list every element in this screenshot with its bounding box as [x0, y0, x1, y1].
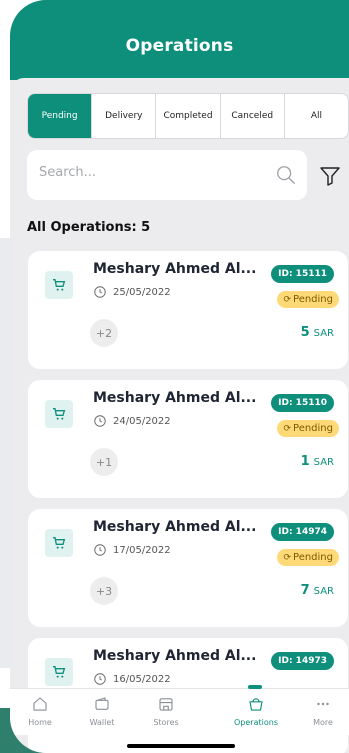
clock-icon	[94, 673, 106, 685]
nav-home[interactable]: Home	[10, 695, 70, 727]
refresh-icon: ⟳	[283, 552, 292, 563]
cart-icon-box	[45, 400, 73, 428]
operation-card[interactable]: Meshary Ahmed Al... 25/05/2022 +2 ID: 15…	[28, 251, 348, 369]
search-icon[interactable]	[275, 164, 297, 186]
home-indicator	[127, 744, 235, 748]
status-label: Pending	[293, 423, 333, 434]
customer-name: Meshary Ahmed Al...	[93, 519, 257, 535]
page-title: Operations	[125, 36, 234, 56]
store-icon	[159, 698, 173, 711]
wallet-icon	[95, 697, 109, 710]
nav-wallet[interactable]: Wallet	[72, 695, 132, 727]
date-row: 24/05/2022	[93, 414, 171, 428]
cart-icon	[53, 408, 66, 420]
amount-value: 7	[300, 583, 310, 598]
clock-icon	[94, 415, 106, 427]
status-badge: ⟳ Pending	[277, 420, 339, 437]
operations-count: All Operations: 5	[27, 220, 151, 235]
order-id-badge: ID: 15111	[271, 265, 334, 283]
order-id-badge: ID: 14973	[271, 652, 334, 670]
tab-canceled[interactable]: Canceled	[221, 94, 285, 138]
status-label: Pending	[293, 552, 333, 563]
cart-icon	[53, 666, 66, 678]
refresh-icon: ⟳	[283, 423, 292, 434]
date-row: 25/05/2022	[93, 285, 171, 299]
cart-icon-box	[45, 271, 73, 299]
clock-icon	[94, 544, 106, 556]
cart-icon-box	[45, 658, 73, 686]
filter-icon[interactable]	[318, 164, 342, 188]
cart-icon	[53, 279, 66, 291]
tab-completed[interactable]: Completed	[156, 94, 221, 138]
customer-name: Meshary Ahmed Al...	[93, 261, 257, 277]
currency-label: SAR	[313, 328, 334, 339]
app-header: Operations	[10, 0, 349, 80]
home-icon	[33, 697, 47, 711]
customer-name: Meshary Ahmed Al...	[93, 648, 257, 664]
date-row: 16/05/2022	[93, 672, 171, 686]
status-badge: ⟳ Pending	[277, 291, 339, 308]
cart-icon	[53, 537, 66, 549]
nav-more[interactable]: More	[293, 695, 349, 727]
order-amount: 1 SAR	[301, 454, 334, 469]
nav-operations[interactable]: Operations	[226, 695, 286, 727]
more-items-badge[interactable]: +3	[90, 577, 118, 605]
order-date: 24/05/2022	[113, 415, 171, 427]
tab-delivery[interactable]: Delivery	[92, 94, 157, 138]
order-date: 17/05/2022	[113, 544, 171, 556]
more-items-badge[interactable]: +1	[90, 448, 118, 476]
tab-pending[interactable]: Pending	[28, 94, 93, 138]
active-nav-indicator	[248, 685, 262, 689]
nav-label: Stores	[153, 718, 179, 727]
status-tabs: Pending Delivery Completed Canceled All	[27, 93, 349, 139]
nav-stores[interactable]: Stores	[136, 695, 196, 727]
content-area: Pending Delivery Completed Canceled All …	[10, 78, 349, 753]
search-input[interactable]	[37, 164, 261, 181]
amount-value: 1	[300, 454, 310, 469]
nav-label: More	[313, 718, 333, 727]
order-id-badge: ID: 15110	[271, 394, 334, 412]
more-items-badge[interactable]: +2	[90, 319, 118, 347]
nav-label: Operations	[234, 718, 278, 727]
amount-value: 5	[300, 325, 310, 340]
currency-label: SAR	[313, 457, 334, 468]
status-label: Pending	[293, 294, 333, 305]
currency-label: SAR	[313, 586, 334, 597]
nav-label: Home	[28, 718, 52, 727]
order-date: 25/05/2022	[113, 286, 171, 298]
search-box	[27, 150, 307, 200]
operation-card[interactable]: Meshary Ahmed Al... 17/05/2022 +3 ID: 14…	[28, 509, 348, 627]
customer-name: Meshary Ahmed Al...	[93, 390, 257, 406]
operation-card[interactable]: Meshary Ahmed Al... 24/05/2022 +1 ID: 15…	[28, 380, 348, 498]
cart-icon-box	[45, 529, 73, 557]
order-amount: 7 SAR	[301, 583, 334, 598]
tab-all[interactable]: All	[285, 94, 348, 138]
phone-screen: Operations Pending Delivery Completed Ca…	[10, 0, 349, 753]
clock-icon	[94, 286, 106, 298]
refresh-icon: ⟳	[283, 294, 292, 305]
nav-label: Wallet	[89, 718, 115, 727]
order-date: 16/05/2022	[113, 673, 171, 685]
bottom-nav: Home Wallet Stores Operations More	[10, 685, 349, 735]
more-icon	[317, 702, 329, 706]
bag-icon	[249, 698, 263, 711]
order-id-badge: ID: 14974	[271, 523, 334, 541]
status-badge: ⟳ Pending	[277, 549, 339, 566]
date-row: 17/05/2022	[93, 543, 171, 557]
order-amount: 5 SAR	[301, 325, 334, 340]
